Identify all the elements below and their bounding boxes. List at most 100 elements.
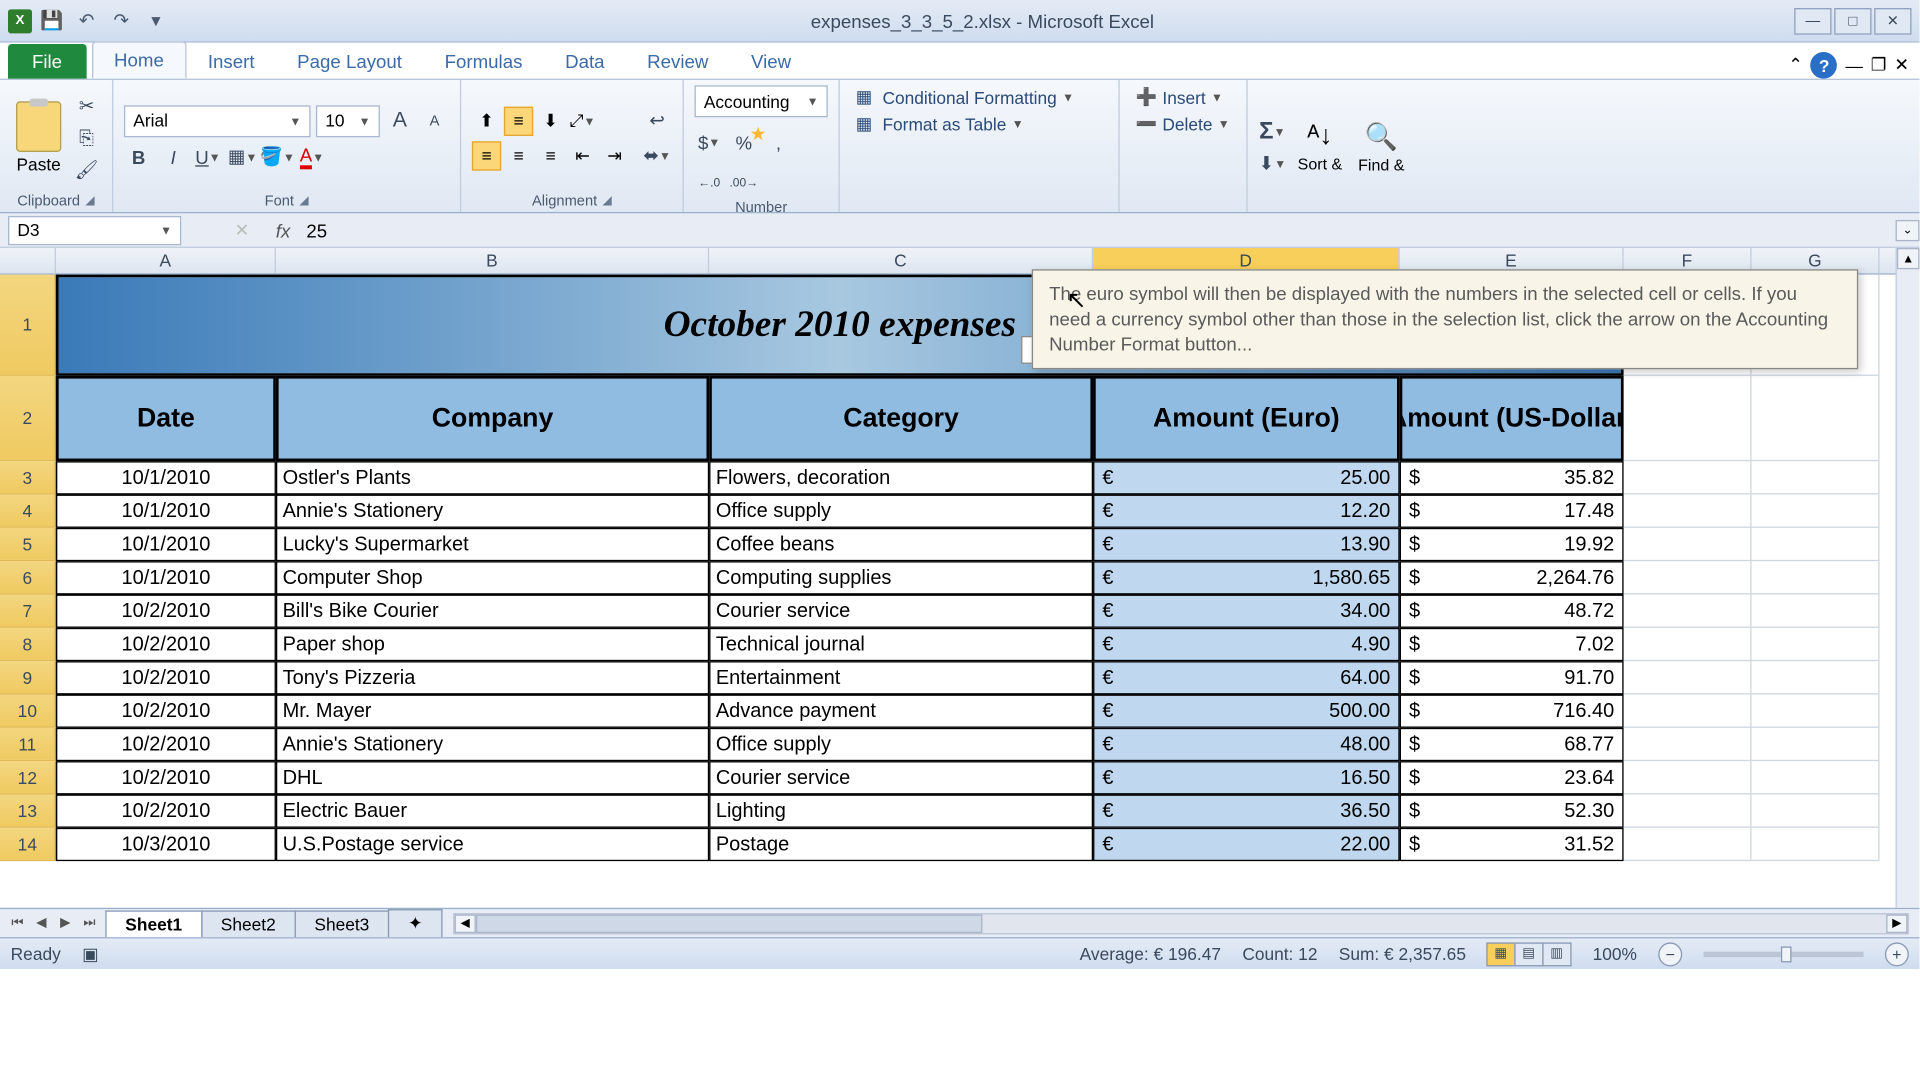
insert-cells-button[interactable]: ➕Insert▼ — [1130, 85, 1235, 109]
close-button[interactable]: ✕ — [1874, 7, 1911, 34]
zoom-level[interactable]: 100% — [1593, 944, 1637, 964]
cell[interactable] — [1752, 694, 1880, 727]
cell-category[interactable]: Entertainment — [709, 661, 1093, 694]
cell-euro[interactable]: €48.00 — [1093, 728, 1400, 761]
cell-euro[interactable]: €500.00 — [1093, 694, 1400, 727]
align-center-icon[interactable]: ≡ — [504, 141, 533, 170]
paste-button[interactable]: Paste — [11, 99, 67, 178]
italic-button[interactable]: I — [159, 142, 188, 171]
cell-euro[interactable]: €12.20 — [1093, 495, 1400, 528]
cell[interactable] — [1752, 661, 1880, 694]
font-name-dropdown[interactable]: Arial▼ — [124, 105, 311, 137]
cancel-formula-icon[interactable]: ✕ — [235, 219, 250, 240]
redo-icon[interactable]: ↷ — [107, 6, 136, 35]
accounting-format-button[interactable]: $▼ — [694, 128, 723, 157]
fill-button[interactable]: ⬇▼ — [1258, 149, 1287, 178]
align-left-icon[interactable]: ≡ — [472, 141, 501, 170]
cell-company[interactable]: Tony's Pizzeria — [276, 661, 709, 694]
row-header[interactable]: 10 — [0, 694, 56, 727]
cell-date[interactable]: 10/1/2010 — [56, 561, 276, 594]
cell[interactable] — [1624, 376, 1752, 461]
header-category[interactable]: Category — [709, 376, 1093, 461]
cell[interactable] — [1752, 828, 1880, 861]
cell[interactable] — [1752, 728, 1880, 761]
row-header-2[interactable]: 2 — [0, 376, 56, 461]
cell-euro[interactable]: €22.00 — [1093, 828, 1400, 861]
cell-usd[interactable]: $7.02 — [1400, 628, 1624, 661]
cell-date[interactable]: 10/2/2010 — [56, 661, 276, 694]
cell-date[interactable]: 10/2/2010 — [56, 728, 276, 761]
bold-button[interactable]: B — [124, 142, 153, 171]
cell[interactable] — [1624, 628, 1752, 661]
copy-icon[interactable]: ⎘ — [72, 123, 101, 152]
cell-company[interactable]: Computer Shop — [276, 561, 709, 594]
find-select-button[interactable]: 🔍 Find & — [1353, 117, 1410, 177]
font-size-dropdown[interactable]: 10▼ — [316, 105, 380, 137]
scroll-up-icon[interactable]: ▲ — [1897, 248, 1920, 269]
cell-usd[interactable]: $48.72 — [1400, 595, 1624, 628]
decrease-indent-icon[interactable]: ⇤ — [568, 141, 597, 170]
cell-euro[interactable]: €4.90 — [1093, 628, 1400, 661]
cell[interactable] — [1624, 595, 1752, 628]
cell-usd[interactable]: $35.82 — [1400, 461, 1624, 494]
formulas-tab[interactable]: Formulas — [423, 44, 543, 79]
undo-icon[interactable]: ↶ — [72, 6, 101, 35]
col-header-a[interactable]: A — [56, 248, 276, 273]
cell-category[interactable]: Lighting — [709, 794, 1093, 827]
orientation-icon[interactable]: ⤢▼ — [568, 106, 597, 135]
cell[interactable] — [1752, 794, 1880, 827]
scroll-right-icon[interactable]: ▶ — [1886, 914, 1907, 933]
cell[interactable] — [1752, 761, 1880, 794]
window-close-icon[interactable]: ✕ — [1894, 55, 1909, 76]
save-icon[interactable]: 💾 — [37, 6, 66, 35]
cell-category[interactable]: Flowers, decoration — [709, 461, 1093, 494]
insert-tab[interactable]: Insert — [187, 44, 276, 79]
row-header[interactable]: 14 — [0, 828, 56, 861]
align-bottom-icon[interactable]: ⬇ — [536, 106, 565, 135]
scroll-left-icon[interactable]: ◀ — [454, 914, 475, 933]
cell[interactable] — [1752, 461, 1880, 494]
qat-dropdown-icon[interactable]: ▾ — [141, 6, 170, 35]
cell-company[interactable]: Annie's Stationery — [276, 495, 709, 528]
alignment-dialog-icon[interactable]: ◢ — [603, 193, 612, 209]
cell-usd[interactable]: $17.48 — [1400, 495, 1624, 528]
shrink-font-icon[interactable]: A — [420, 106, 449, 135]
cell[interactable] — [1752, 495, 1880, 528]
home-tab[interactable]: Home — [91, 41, 186, 78]
header-company[interactable]: Company — [276, 376, 709, 461]
zoom-out-button[interactable]: − — [1658, 942, 1682, 966]
cell[interactable] — [1624, 794, 1752, 827]
sheet-tab-1[interactable]: Sheet1 — [105, 910, 202, 937]
cell-euro[interactable]: €1,580.65 — [1093, 561, 1400, 594]
cell-date[interactable]: 10/2/2010 — [56, 761, 276, 794]
scroll-thumb[interactable] — [476, 914, 983, 933]
review-tab[interactable]: Review — [626, 44, 730, 79]
cell[interactable] — [1624, 461, 1752, 494]
increase-decimal-button[interactable]: ←.0 — [694, 168, 723, 197]
window-restore-icon[interactable]: ❐ — [1871, 55, 1887, 76]
new-sheet-button[interactable]: ✦ — [388, 909, 443, 937]
fill-color-button[interactable]: 🪣▼ — [263, 142, 292, 171]
cell-euro[interactable]: €36.50 — [1093, 794, 1400, 827]
view-tab[interactable]: View — [730, 44, 813, 79]
cell-company[interactable]: U.S.Postage service — [276, 828, 709, 861]
cell-euro[interactable]: €25.00 — [1093, 461, 1400, 494]
cell-category[interactable]: Technical journal — [709, 628, 1093, 661]
row-header[interactable]: 6 — [0, 561, 56, 594]
page-layout-view-button[interactable]: ▤ — [1514, 942, 1543, 966]
row-header[interactable]: 5 — [0, 528, 56, 561]
cell-usd[interactable]: $31.52 — [1400, 828, 1624, 861]
cell-company[interactable]: Paper shop — [276, 628, 709, 661]
formula-bar[interactable]: 25 — [304, 217, 1896, 244]
cell[interactable] — [1752, 561, 1880, 594]
cell-usd[interactable]: $2,264.76 — [1400, 561, 1624, 594]
header-euro[interactable]: Amount (Euro) — [1093, 376, 1400, 461]
header-usd[interactable]: Amount (US-Dollar) — [1400, 376, 1624, 461]
zoom-thumb[interactable] — [1781, 946, 1792, 962]
font-color-button[interactable]: A▼ — [297, 142, 326, 171]
cell-company[interactable]: Electric Bauer — [276, 794, 709, 827]
cell-date[interactable]: 10/1/2010 — [56, 528, 276, 561]
wrap-text-button[interactable]: ↩ — [643, 106, 672, 135]
cell-usd[interactable]: $68.77 — [1400, 728, 1624, 761]
cell-usd[interactable]: $23.64 — [1400, 761, 1624, 794]
